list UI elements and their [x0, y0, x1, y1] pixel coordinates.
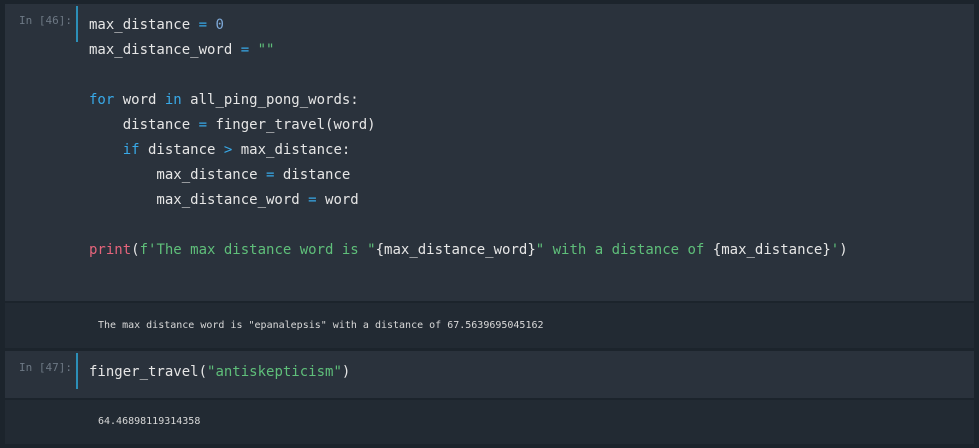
code-token: distance: [139, 142, 224, 158]
code-token: " with a distance of: [535, 242, 713, 258]
code-line: finger_travel("antiskepticism"): [89, 360, 350, 385]
code-token: word: [114, 92, 165, 108]
cell-output: 64.46898119314358: [98, 416, 201, 427]
code-token: "": [257, 42, 275, 58]
code-line: max_distance_word = "": [89, 38, 848, 63]
code-editor[interactable]: max_distance = 0 max_distance_word = "" f…: [89, 13, 848, 263]
code-line: max_distance_word = word: [89, 188, 848, 213]
code-token: max_distance: [89, 17, 199, 33]
code-token: max_distance:: [232, 142, 351, 158]
code-token: distance: [274, 167, 351, 183]
code-line: print(f'The max distance word is "{max_d…: [89, 238, 848, 263]
code-token: all_ping_pong_words:: [181, 92, 359, 108]
code-line: distance = finger_travel(word): [89, 113, 848, 138]
code-token: finger_travel(: [89, 364, 208, 380]
code-token: if: [122, 142, 140, 158]
code-token: 0: [215, 17, 224, 33]
code-token: max_distance: [89, 167, 267, 183]
code-token: "antiskepticism": [207, 364, 342, 380]
cell-prompt: In [46]:: [19, 14, 72, 27]
notebook-cell-47[interactable]: In [47]: finger_travel("antiskepticism")…: [5, 351, 974, 446]
code-token: =: [198, 117, 208, 133]
code-token: ): [839, 242, 848, 258]
code-token: in: [164, 92, 182, 108]
code-token: {max_distance_word}: [375, 242, 536, 258]
code-line: for word in all_ping_pong_words:: [89, 88, 848, 113]
code-token: ): [341, 364, 351, 380]
code-token: f'The max distance word is ": [139, 242, 376, 258]
code-line: max_distance = distance: [89, 163, 848, 188]
code-token: max_distance_word: [89, 192, 309, 208]
notebook-cell-46[interactable]: In [46]: max_distance = 0 max_distance_wo…: [5, 4, 974, 348]
code-token: word: [316, 192, 359, 208]
code-token: =: [198, 17, 208, 33]
code-line: max_distance = 0: [89, 13, 848, 38]
code-token: distance: [89, 117, 199, 133]
code-token: =: [240, 42, 250, 58]
cell-prompt: In [47]:: [19, 361, 72, 374]
code-token: ': [830, 242, 840, 258]
prompt-indicator: [76, 353, 78, 389]
code-token: =: [308, 192, 317, 208]
code-token: print: [89, 242, 132, 258]
code-token: max_distance_word: [89, 42, 241, 58]
cell-output: The max distance word is "epanalepsis" w…: [98, 320, 544, 331]
code-line: if distance > max_distance:: [89, 138, 848, 163]
code-token: for: [89, 92, 115, 108]
code-editor[interactable]: finger_travel("antiskepticism"): [89, 360, 350, 385]
prompt-indicator: [76, 6, 78, 42]
code-token: (: [131, 242, 140, 258]
code-token: finger_travel(word): [207, 117, 376, 133]
code-token: {max_distance}: [712, 242, 831, 258]
